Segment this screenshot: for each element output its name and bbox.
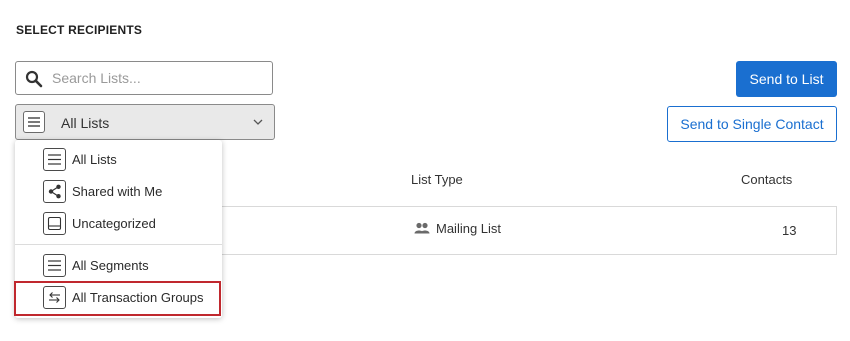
search-box[interactable] xyxy=(15,61,273,95)
list-filter-dropdown: All Lists Shared with Me Uncategorized A… xyxy=(15,140,222,318)
dropdown-item-uncategorized[interactable]: Uncategorized xyxy=(15,208,222,238)
search-icon xyxy=(25,70,43,88)
dropdown-divider xyxy=(15,244,222,245)
dropdown-item-label: All Lists xyxy=(72,152,117,167)
share-icon xyxy=(43,180,66,203)
table-row[interactable] xyxy=(205,206,837,255)
send-to-list-button[interactable]: Send to List xyxy=(736,61,837,97)
list-lines-icon xyxy=(23,111,45,133)
section-title: SELECT RECIPIENTS xyxy=(16,23,143,37)
transfer-arrows-icon xyxy=(43,286,66,309)
search-input[interactable] xyxy=(52,68,262,88)
dropdown-item-shared-with-me[interactable]: Shared with Me xyxy=(15,176,222,206)
dropdown-item-all-segments[interactable]: All Segments xyxy=(15,250,222,280)
column-header-contacts[interactable]: Contacts xyxy=(741,172,792,187)
column-header-list-type[interactable]: List Type xyxy=(411,172,463,187)
dropdown-item-label: All Transaction Groups xyxy=(72,290,204,305)
dropdown-item-label: Shared with Me xyxy=(72,184,163,199)
inbox-tray-icon xyxy=(43,212,66,235)
list-lines-icon xyxy=(43,254,66,277)
list-type-cell: Mailing List xyxy=(414,221,501,236)
dropdown-item-all-lists[interactable]: All Lists xyxy=(15,144,222,174)
chevron-down-icon xyxy=(253,119,263,125)
list-filter-select[interactable]: All Lists xyxy=(15,104,275,140)
list-lines-icon xyxy=(43,148,66,171)
list-type-label: Mailing List xyxy=(436,221,502,236)
dropdown-item-all-transaction-groups[interactable]: All Transaction Groups xyxy=(15,282,222,312)
dropdown-item-label: Uncategorized xyxy=(72,216,156,231)
dropdown-item-label: All Segments xyxy=(72,258,149,273)
contacts-count: 13 xyxy=(782,223,797,238)
group-icon xyxy=(414,222,430,234)
list-filter-label: All Lists xyxy=(61,115,110,131)
send-to-single-contact-button[interactable]: Send to Single Contact xyxy=(667,106,837,142)
